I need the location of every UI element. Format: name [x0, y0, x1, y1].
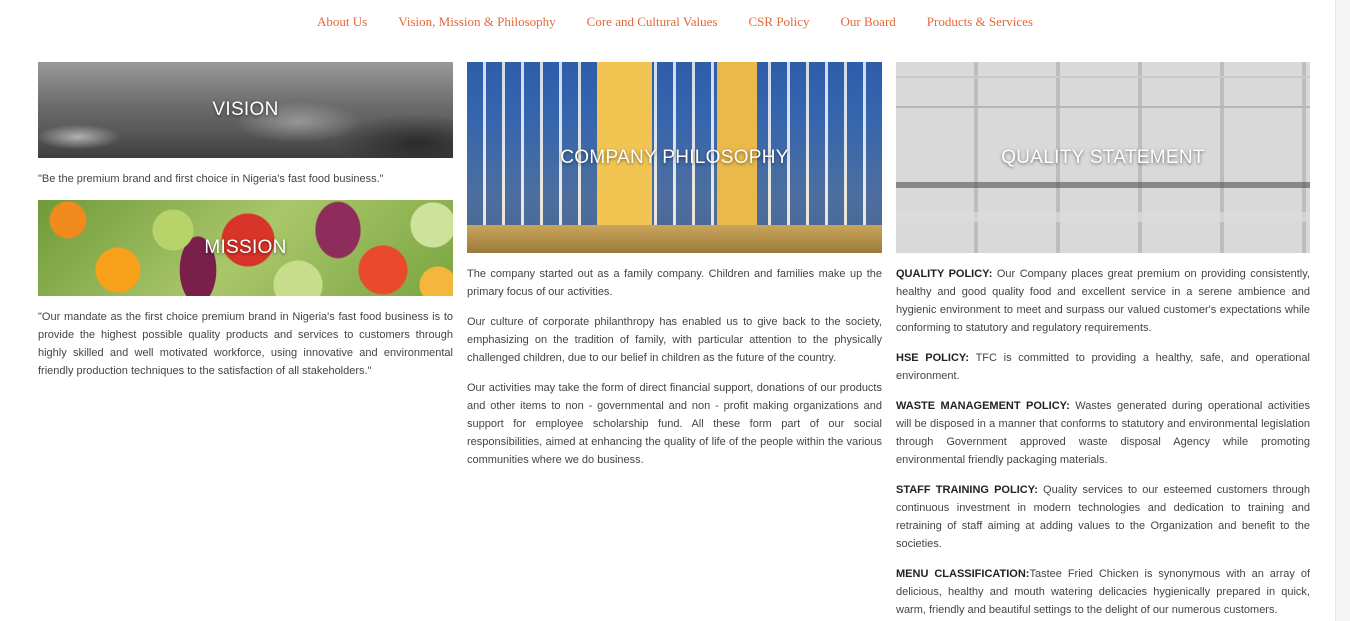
vision-mission-column: VISION "Be the premium brand and first c…: [38, 62, 453, 380]
quality-policies: QUALITY POLICY: Our Company places great…: [896, 265, 1310, 619]
quality-column: QUALITY STATEMENT QUALITY POLICY: Our Co…: [896, 62, 1310, 619]
quality-banner: QUALITY STATEMENT: [896, 62, 1310, 253]
staff-training-policy: STAFF TRAINING POLICY: Quality services …: [896, 481, 1310, 553]
vision-statement: "Be the premium brand and first choice i…: [38, 173, 384, 185]
page-scrollbar[interactable]: [1335, 0, 1350, 621]
policy-label: HSE POLICY:: [896, 352, 970, 364]
nav-vision-mission-philosophy[interactable]: Vision, Mission & Philosophy: [398, 14, 555, 30]
philosophy-text: The company started out as a family comp…: [467, 265, 882, 469]
quality-policy: QUALITY POLICY: Our Company places great…: [896, 265, 1310, 337]
hse-policy: HSE POLICY: TFC is committed to providin…: [896, 349, 1310, 385]
vision-banner: VISION: [38, 62, 453, 158]
policy-label: MENU CLASSIFICATION:: [896, 568, 1030, 580]
vision-title: VISION: [212, 99, 279, 120]
philosophy-column: COMPANY PHILOSOPHY The company started o…: [467, 62, 882, 469]
philosophy-paragraph: Our culture of corporate philanthropy ha…: [467, 316, 882, 364]
nav-about-us[interactable]: About Us: [317, 14, 367, 30]
top-nav: About Us Vision, Mission & Philosophy Co…: [0, 14, 1350, 30]
philosophy-paragraph: Our activities may take the form of dire…: [467, 382, 882, 466]
policy-label: WASTE MANAGEMENT POLICY:: [896, 400, 1070, 412]
waste-management-policy: WASTE MANAGEMENT POLICY: Wastes generate…: [896, 397, 1310, 469]
mission-title: MISSION: [204, 237, 287, 258]
philosophy-banner: COMPANY PHILOSOPHY: [467, 62, 882, 253]
nav-core-cultural-values[interactable]: Core and Cultural Values: [587, 14, 718, 30]
philosophy-title: COMPANY PHILOSOPHY: [560, 146, 789, 168]
nav-our-board[interactable]: Our Board: [841, 14, 896, 30]
mission-statement: "Our mandate as the first choice premium…: [38, 311, 453, 377]
menu-classification: MENU CLASSIFICATION:Tastee Fried Chicken…: [896, 565, 1310, 619]
page: About Us Vision, Mission & Philosophy Co…: [0, 0, 1350, 621]
policy-label: QUALITY POLICY:: [896, 268, 993, 280]
nav-products-services[interactable]: Products & Services: [927, 14, 1033, 30]
nav-csr-policy[interactable]: CSR Policy: [749, 14, 810, 30]
philosophy-paragraph: The company started out as a family comp…: [467, 268, 882, 298]
mission-banner: MISSION: [38, 200, 453, 296]
policy-label: STAFF TRAINING POLICY:: [896, 484, 1038, 496]
quality-title: QUALITY STATEMENT: [1001, 146, 1205, 168]
